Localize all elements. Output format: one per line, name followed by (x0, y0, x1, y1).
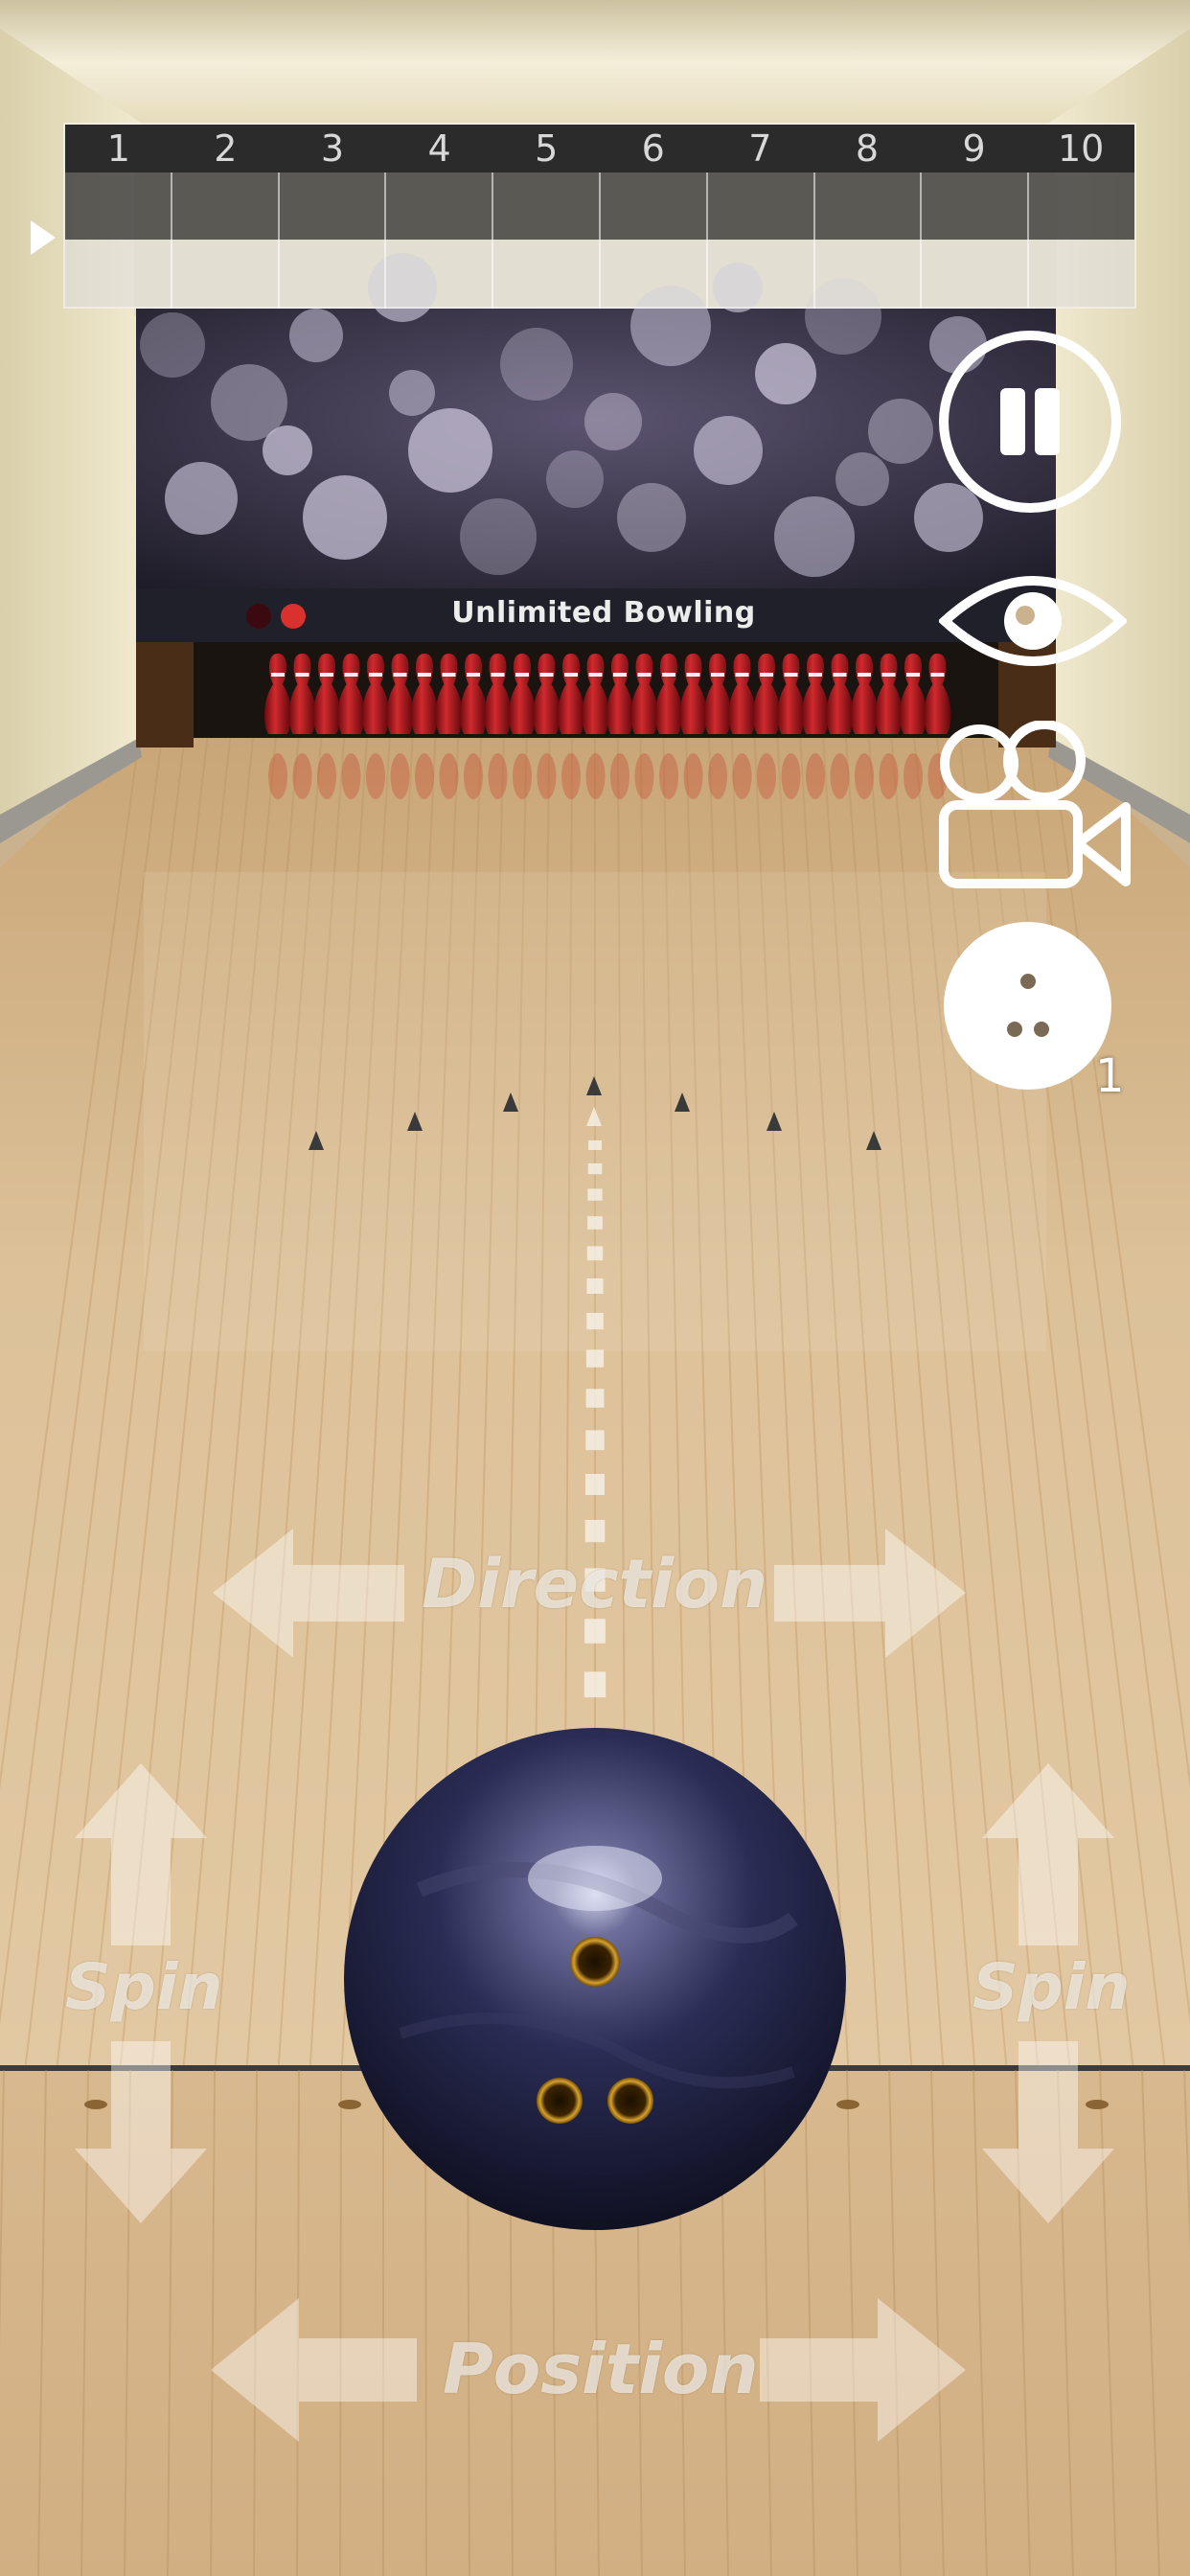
direction-label: Direction (422, 1545, 767, 1623)
lane-marquee-title: Unlimited Bowling (451, 596, 756, 630)
bowling-ball[interactable] (343, 1727, 847, 2231)
score-cell (601, 240, 708, 309)
thumb-hole-icon (570, 1937, 620, 1987)
position-right-arrow[interactable] (760, 2298, 966, 2442)
frame-number: 9 (962, 127, 986, 170)
frame-number: 3 (320, 127, 345, 170)
spin-right-label: Spin (973, 1950, 1131, 2024)
spin-right-up-arrow[interactable] (982, 1763, 1114, 1945)
finger-hole-icon (607, 2078, 653, 2124)
frame-number: 8 (855, 127, 880, 170)
eye-icon (937, 576, 1129, 666)
current-player-marker-icon (31, 220, 56, 255)
score-cell (65, 172, 172, 240)
score-row-rolls (65, 172, 1134, 240)
finger-hole-icon (537, 2078, 583, 2124)
score-cell (386, 240, 494, 309)
frame-number: 1 (106, 127, 130, 170)
score-cell (815, 172, 923, 240)
pause-button[interactable] (939, 331, 1121, 513)
scoreboard: 1 2 3 4 5 6 7 8 9 10 (63, 123, 1136, 309)
ball-select-button[interactable] (944, 922, 1111, 1090)
frame-number: 2 (214, 127, 238, 170)
frame-number-header: 1 2 3 4 5 6 7 8 9 10 (65, 125, 1134, 172)
frame-number: 4 (427, 127, 451, 170)
frame-number: 7 (748, 127, 772, 170)
direction-left-arrow[interactable] (213, 1529, 404, 1658)
position-left-arrow[interactable] (211, 2298, 417, 2442)
position-label: Position (443, 2329, 759, 2409)
score-cell (708, 240, 815, 309)
score-cell (1029, 240, 1134, 309)
score-cell (708, 172, 815, 240)
score-cell (1029, 172, 1134, 240)
camera-button[interactable] (939, 720, 1131, 888)
spin-left-down-arrow[interactable] (75, 2041, 207, 2223)
score-cell (493, 172, 601, 240)
spin-right-down-arrow[interactable] (982, 2041, 1114, 2223)
spin-left-up-arrow[interactable] (75, 1763, 207, 1945)
score-cell (493, 240, 601, 309)
score-cell (386, 172, 494, 240)
frame-number: 5 (535, 127, 559, 170)
score-cell (922, 172, 1030, 240)
video-camera-icon (939, 720, 1131, 888)
score-cell (172, 172, 280, 240)
ball-count-badge: 1 (1095, 1049, 1125, 1103)
score-cell (922, 240, 1030, 309)
score-cell (280, 240, 387, 309)
score-cell (601, 172, 708, 240)
frame-number: 10 (1057, 127, 1105, 170)
score-cell (815, 240, 923, 309)
pause-icon (1000, 388, 1025, 455)
pause-icon-bar (1035, 388, 1060, 455)
score-cell (65, 240, 172, 309)
bowling-ball-icon (1007, 974, 1049, 1037)
score-cell (280, 172, 387, 240)
view-button[interactable] (937, 567, 1129, 675)
spin-left-label: Spin (65, 1950, 223, 2024)
score-cell (172, 240, 280, 309)
direction-right-arrow[interactable] (774, 1529, 966, 1658)
score-row-totals (65, 240, 1134, 309)
frame-number: 6 (641, 127, 665, 170)
